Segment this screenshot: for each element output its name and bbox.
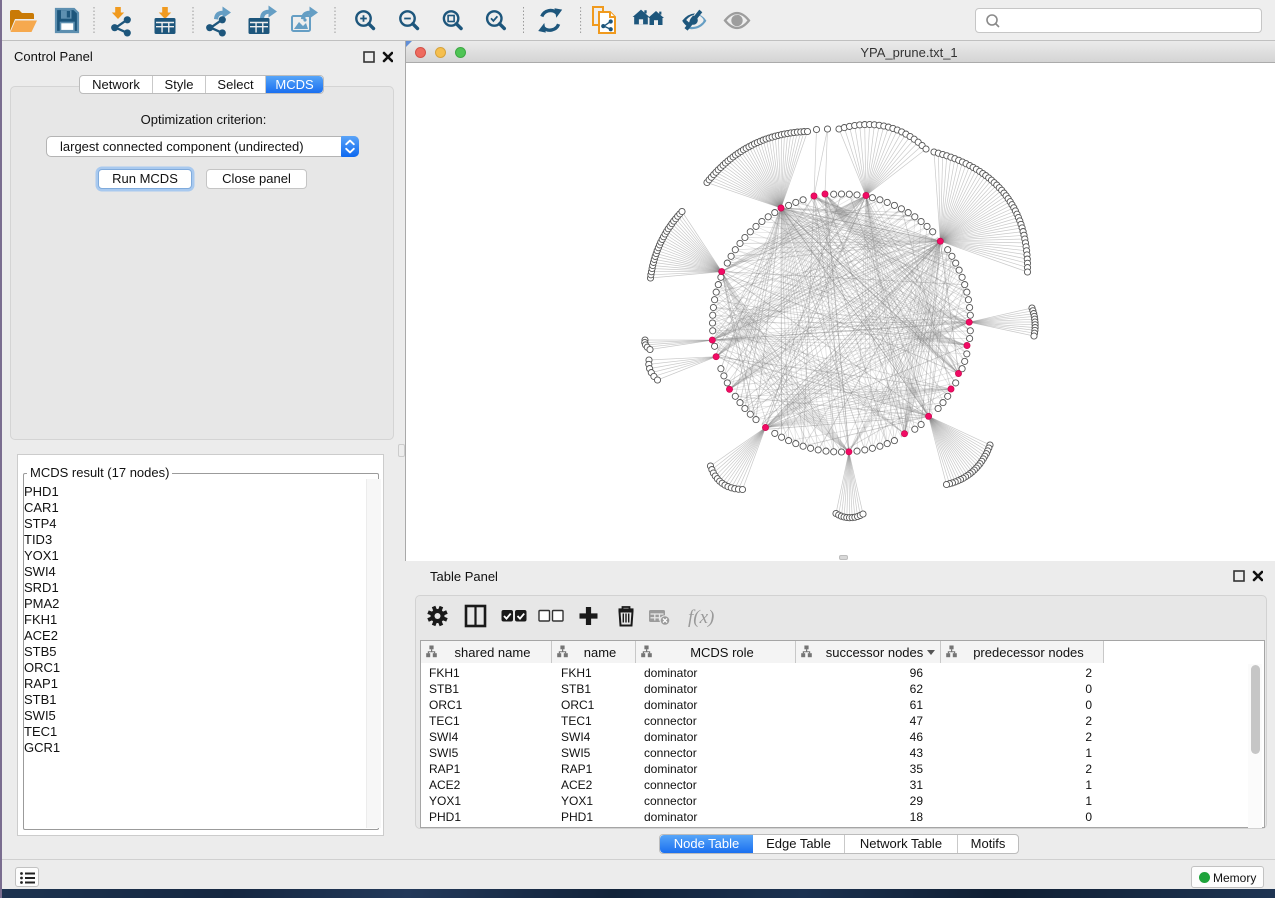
svg-text:f(x): f(x) <box>688 607 714 628</box>
